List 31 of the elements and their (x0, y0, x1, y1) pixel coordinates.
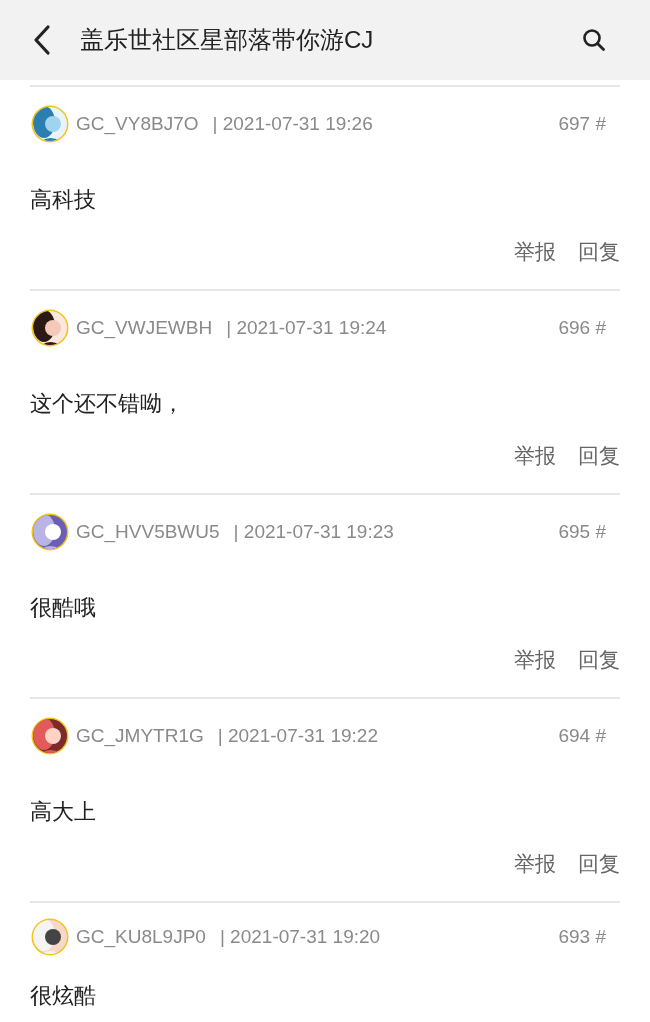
comment-text: 很炫酷 (30, 982, 97, 1010)
report-link[interactable]: 举报 (514, 851, 556, 877)
post-time: | 2021-07-31 19:26 (212, 113, 373, 135)
username[interactable]: GC_KU8L9JP0 (76, 926, 206, 948)
username[interactable]: GC_JMYTR1G (76, 725, 204, 747)
floor-number: 696 # (558, 317, 606, 339)
username[interactable]: GC_VY8BJ7O (76, 113, 199, 135)
comment-text: 很酷哦 (30, 594, 97, 622)
reply-link[interactable]: 回复 (578, 443, 620, 469)
post-time: | 2021-07-31 19:24 (226, 317, 387, 339)
back-icon[interactable] (32, 24, 52, 56)
search-icon[interactable] (582, 28, 606, 52)
page-title: 盖乐世社区星部落带你游CJ (80, 25, 375, 55)
floor-number: 697 # (558, 113, 606, 135)
report-link[interactable]: 举报 (514, 647, 556, 673)
comment-text: 高大上 (30, 798, 97, 826)
floor-number: 695 # (558, 521, 606, 543)
post-time: | 2021-07-31 19:22 (217, 725, 378, 747)
reply-link[interactable]: 回复 (578, 239, 620, 265)
post-time: | 2021-07-31 19:23 (233, 521, 394, 543)
username[interactable]: GC_VWJEWBH (76, 317, 213, 339)
comment-text: 这个还不错呦， (30, 390, 185, 418)
reply-link[interactable]: 回复 (578, 647, 620, 673)
comment-text: 高科技 (30, 186, 97, 214)
post-time: | 2021-07-31 19:20 (219, 926, 381, 948)
report-link[interactable]: 举报 (514, 443, 556, 469)
floor-number: 693 # (558, 926, 606, 948)
username[interactable]: GC_HVV5BWU5 (76, 521, 220, 543)
report-link[interactable]: 举报 (514, 239, 556, 265)
floor-number: 694 # (558, 725, 606, 747)
reply-link[interactable]: 回复 (578, 851, 620, 877)
